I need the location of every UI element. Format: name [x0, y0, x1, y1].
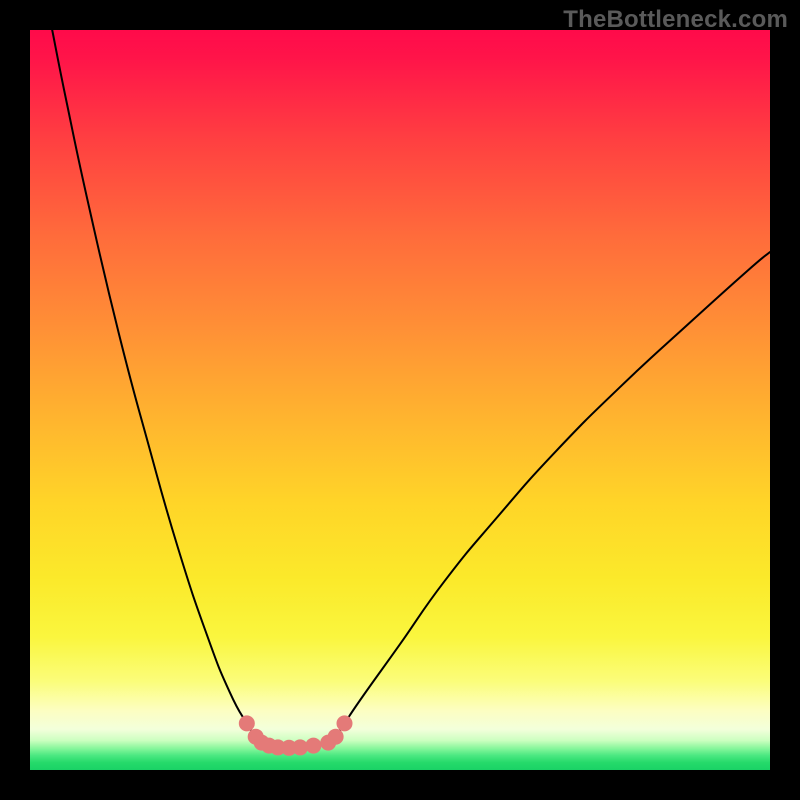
curve-svg: [30, 30, 770, 770]
trough-marker: [337, 715, 353, 731]
trough-marker: [305, 738, 321, 754]
trough-marker: [239, 715, 255, 731]
trough-marker: [328, 729, 344, 745]
watermark-text: TheBottleneck.com: [563, 6, 788, 34]
bottleneck-curve: [52, 30, 770, 748]
plot-area: [30, 30, 770, 770]
trough-markers: [239, 715, 353, 755]
chart-frame: TheBottleneck.com: [0, 0, 800, 800]
